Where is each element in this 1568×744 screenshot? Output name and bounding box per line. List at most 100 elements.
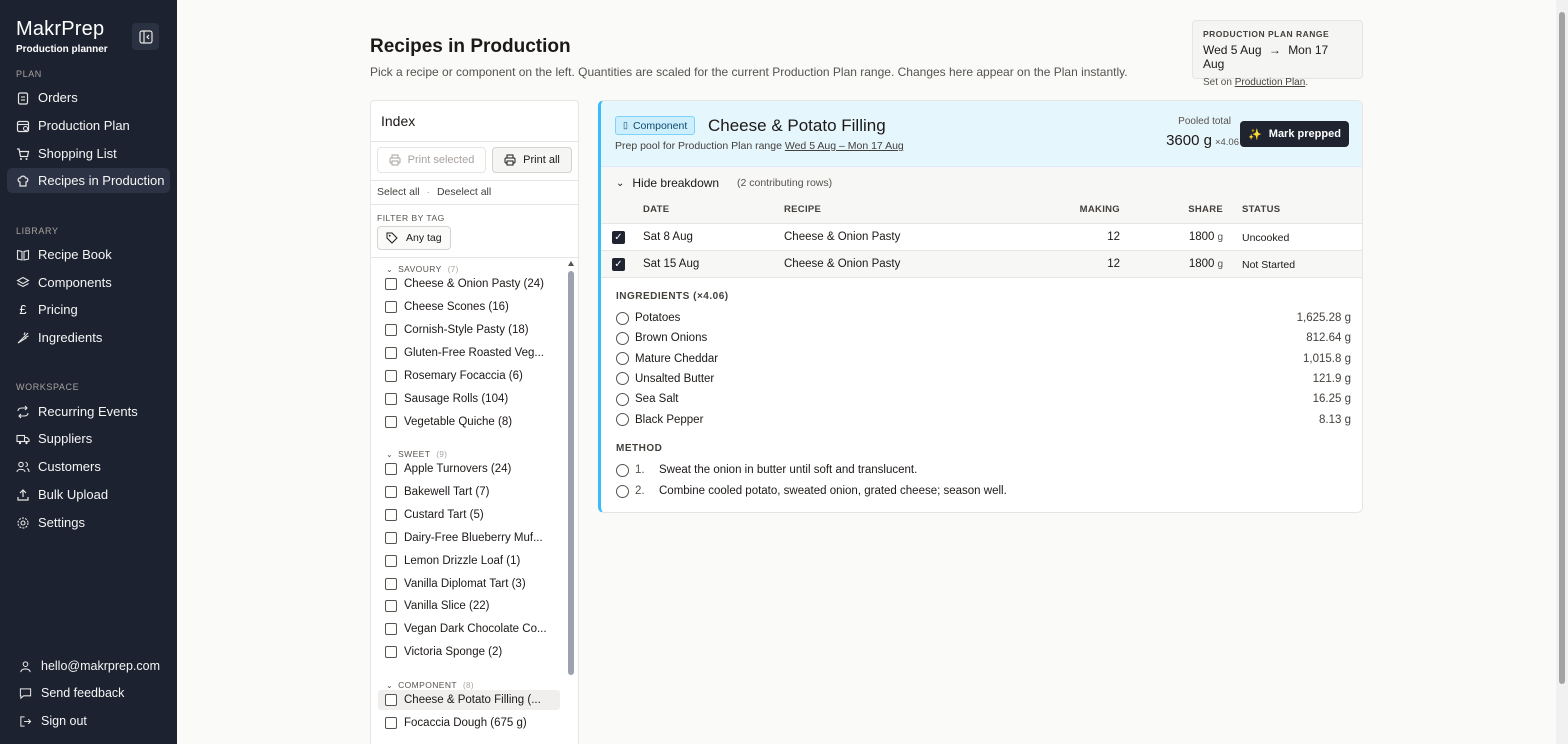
account-email[interactable]: hello@makrprep.com <box>19 656 160 676</box>
print-all-button[interactable]: Print all <box>492 147 572 173</box>
send-feedback-button[interactable]: Send feedback <box>19 683 124 703</box>
gear-icon <box>16 516 30 530</box>
ingredient-check[interactable] <box>616 331 629 345</box>
nav-item-shopping-list[interactable]: Shopping List <box>7 141 170 166</box>
nav-item-production-plan[interactable]: Production Plan <box>7 113 170 138</box>
item-checkbox[interactable] <box>385 554 397 567</box>
index-group-header[interactable]: ⌄ SWEET (9) <box>386 449 447 459</box>
item-checkbox[interactable] <box>385 347 397 359</box>
item-checkbox[interactable] <box>385 301 397 313</box>
index-group-header[interactable]: ⌄ SAVOURY (7) <box>386 264 459 274</box>
item-checkbox[interactable] <box>385 416 397 428</box>
index-list-item[interactable]: Vanilla Slice (22) <box>378 596 560 616</box>
component-title: Cheese & Potato Filling <box>708 116 886 135</box>
index-list-item[interactable]: Rosemary Focaccia (6) <box>378 366 560 386</box>
item-checkbox[interactable] <box>385 717 397 729</box>
nav-item-recipes-in-production[interactable]: Recipes in Production <box>7 168 170 193</box>
prep-pool-range-link[interactable]: Wed 5 Aug – Mon 17 Aug <box>785 140 904 152</box>
index-list-item[interactable]: Focaccia Dough (675 g) <box>378 713 560 733</box>
item-label: Cheese Scones (16) <box>404 301 509 313</box>
nav-item-label: Pricing <box>38 302 78 317</box>
index-group-header[interactable]: ⌄ COMPONENT (8) <box>386 680 474 690</box>
tag-filter-dropdown[interactable]: Any tag <box>377 226 451 250</box>
item-checkbox[interactable] <box>385 577 397 590</box>
window-scrollbar-thumb[interactable] <box>1559 12 1565 684</box>
step-check[interactable] <box>616 463 629 477</box>
item-checkbox[interactable] <box>385 278 397 290</box>
ingredient-row[interactable]: Black Pepper 8.13 g <box>616 411 1351 429</box>
message-icon <box>19 687 32 700</box>
deselect-all-link[interactable]: Deselect all <box>437 186 491 198</box>
calendar-clock-icon <box>16 119 30 133</box>
selection-controls: Select all · Deselect all <box>377 186 491 198</box>
tag-filter-value: Any tag <box>406 232 442 244</box>
hide-breakdown-toggle[interactable]: ⌄ Hide breakdown <box>616 176 719 190</box>
nav-item-settings[interactable]: Settings <box>7 510 170 535</box>
item-label: Vanilla Diplomat Tart (3) <box>404 577 526 590</box>
ingredient-row[interactable]: Sea Salt 16.25 g <box>616 390 1351 408</box>
nav-item-suppliers[interactable]: Suppliers <box>7 426 170 451</box>
method-step[interactable]: 2. Combine cooled potato, sweated onion,… <box>616 482 1351 500</box>
item-checkbox[interactable] <box>385 463 397 475</box>
index-list-item[interactable]: Gluten-Free Roasted Veg... <box>378 343 560 363</box>
scroll-up-arrow[interactable] <box>568 261 574 266</box>
item-label: Cheese & Potato Filling (... <box>404 694 541 706</box>
item-checkbox[interactable] <box>385 370 397 382</box>
nav-item-components[interactable]: Components <box>7 270 170 295</box>
index-list-item[interactable]: Cheese & Onion Pasty (24) <box>378 274 560 294</box>
ingredient-check[interactable] <box>616 311 629 325</box>
nav-item-pricing[interactable]: £ Pricing <box>7 297 170 322</box>
nav-item-customers[interactable]: Customers <box>7 454 170 479</box>
method-step[interactable]: 1. Sweat the onion in butter until soft … <box>616 461 1351 479</box>
item-checkbox[interactable] <box>385 324 397 336</box>
separator: · <box>426 186 431 198</box>
row-checkbox[interactable]: ✓ <box>612 258 625 271</box>
item-checkbox[interactable] <box>385 531 397 544</box>
item-checkbox[interactable] <box>385 508 397 521</box>
ingredient-check[interactable] <box>616 372 629 386</box>
item-checkbox[interactable] <box>385 623 397 636</box>
index-list-item[interactable]: Vanilla Diplomat Tart (3) <box>378 574 560 594</box>
production-plan-link[interactable]: Production Plan <box>1235 77 1306 88</box>
ingredient-row[interactable]: Mature Cheddar 1,015.8 g <box>616 350 1351 368</box>
nav-item-orders[interactable]: Orders <box>7 85 170 110</box>
ingredient-row[interactable]: Potatoes 1,625.28 g <box>616 309 1351 327</box>
row-checkbox[interactable]: ✓ <box>612 231 625 244</box>
index-list-item[interactable]: Vegan Dark Chocolate Co... <box>378 619 560 639</box>
index-list-item[interactable]: Victoria Sponge (2) <box>378 642 560 662</box>
print-selected-button[interactable]: Print selected <box>377 147 486 173</box>
index-list-item[interactable]: Cornish-Style Pasty (18) <box>378 320 560 340</box>
ingredient-check[interactable] <box>616 413 629 426</box>
nav-item-label: Shopping List <box>38 146 117 161</box>
ingredient-row[interactable]: Brown Onions 812.64 g <box>616 329 1351 347</box>
item-checkbox[interactable] <box>385 694 397 706</box>
index-list-item[interactable]: Vegetable Quiche (8) <box>378 412 560 432</box>
item-checkbox[interactable] <box>385 646 397 659</box>
nav-item-bulk-upload[interactable]: Bulk Upload <box>7 482 170 507</box>
nav-item-recipe-book[interactable]: Recipe Book <box>7 242 170 267</box>
breakdown-row: ✓ Sat 15 Aug Cheese & Onion Pasty 12 180… <box>601 250 1362 277</box>
select-all-link[interactable]: Select all <box>377 186 420 198</box>
ingredient-check[interactable] <box>616 352 629 366</box>
index-list-item[interactable]: Apple Turnovers (24) <box>378 459 560 479</box>
ingredient-row[interactable]: Unsalted Butter 121.9 g <box>616 370 1351 388</box>
chevron-down-icon: ⌄ <box>386 264 394 274</box>
index-list-item[interactable]: Cheese & Potato Filling (... <box>378 690 560 710</box>
index-list-item[interactable]: Custard Tart (5) <box>378 505 560 525</box>
item-checkbox[interactable] <box>385 393 397 405</box>
item-checkbox[interactable] <box>385 485 397 498</box>
step-check[interactable] <box>616 484 629 498</box>
item-checkbox[interactable] <box>385 600 397 613</box>
index-scrollbar-thumb[interactable] <box>568 271 574 675</box>
nav-item-recurring-events[interactable]: Recurring Events <box>7 399 170 424</box>
nav-item-ingredients[interactable]: Ingredients <box>7 325 170 350</box>
sign-out-button[interactable]: Sign out <box>19 711 87 731</box>
index-list-item[interactable]: Bakewell Tart (7) <box>378 482 560 502</box>
index-list-item[interactable]: Dairy-Free Blueberry Muf... <box>378 528 560 548</box>
collapse-sidebar-button[interactable] <box>132 23 159 50</box>
ingredient-check[interactable] <box>616 392 629 406</box>
mark-prepped-button[interactable]: ✨ Mark prepped <box>1240 121 1349 147</box>
index-list-item[interactable]: Sausage Rolls (104) <box>378 389 560 409</box>
index-list-item[interactable]: Lemon Drizzle Loaf (1) <box>378 551 560 571</box>
index-list-item[interactable]: Cheese Scones (16) <box>378 297 560 317</box>
